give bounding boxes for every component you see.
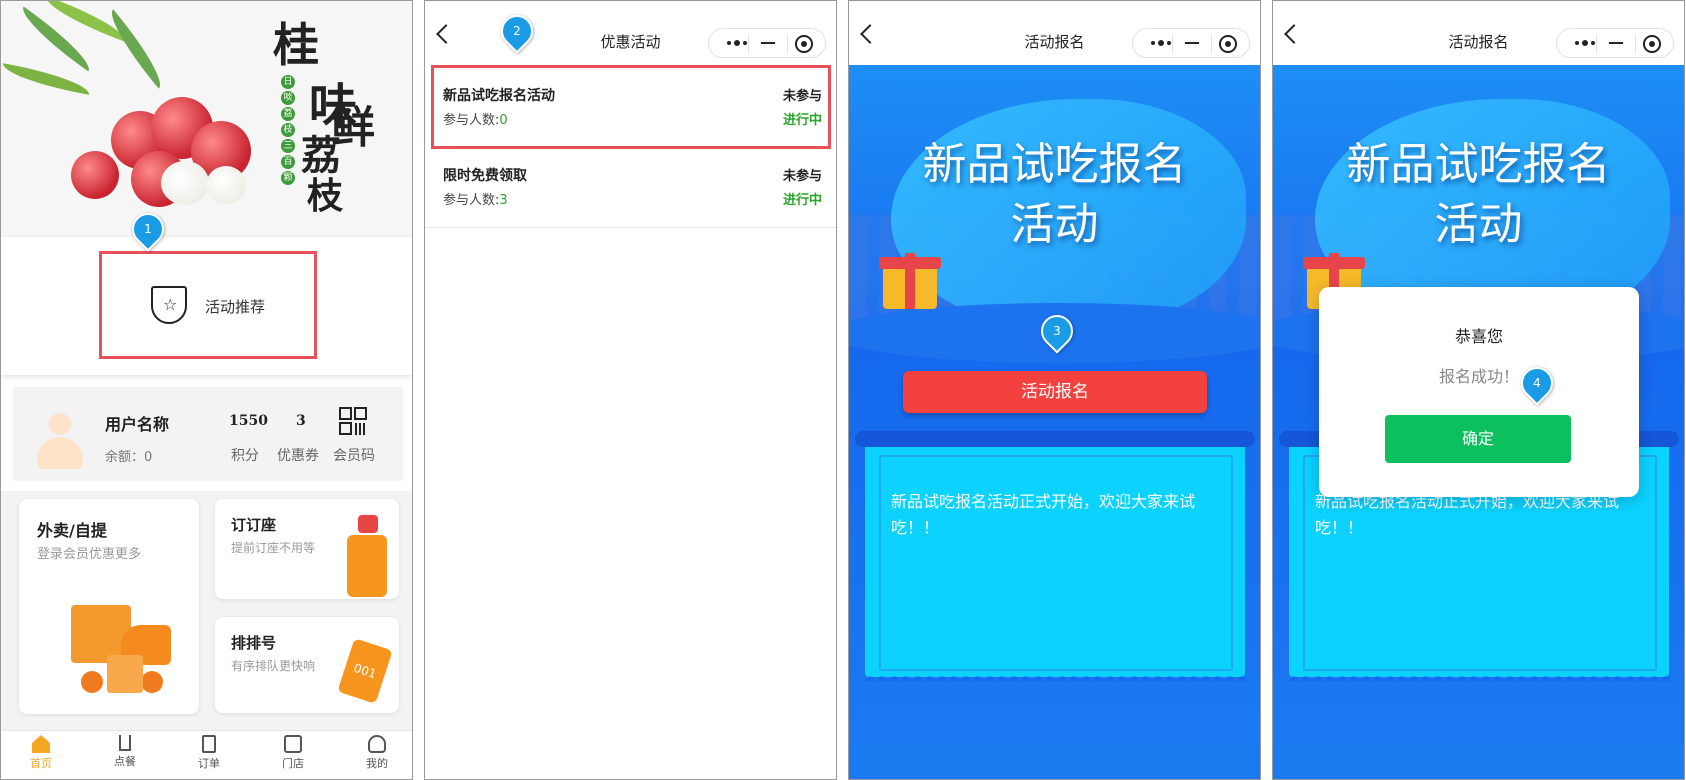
nav-bar: 活动报名 — [1273, 1, 1684, 65]
lychee-flesh-image — [161, 161, 209, 205]
shopping-bag-icon — [107, 655, 143, 693]
gift-box-icon — [879, 253, 941, 309]
tab-orders[interactable]: 订单 — [179, 735, 239, 771]
list-item[interactable]: 限时免费领取 参与人数:3 未参与 进行中 — [425, 147, 836, 228]
brand-tag: 日 — [281, 75, 295, 89]
event-poster: 新品试吃报名 活动 新品试吃报名活动正式开始，欢迎大家来试吃！！ 恭喜您 报名成功… — [1273, 65, 1684, 779]
minimize-icon[interactable] — [1609, 42, 1623, 44]
tab-label: 我的 — [366, 757, 388, 770]
lychee-flesh-image — [206, 166, 246, 204]
scroll-roller — [855, 431, 1255, 447]
event-signup-screen: 活动报名 新品试吃报名 活动 活动报名 新品试吃报名活动正式开始，欢迎大家来试吃！… — [848, 0, 1261, 780]
lychee-image — [71, 151, 119, 199]
brand-tag: 枝 — [281, 123, 295, 137]
close-target-icon[interactable] — [1219, 35, 1237, 53]
tab-label: 点餐 — [114, 755, 136, 768]
scroll-edge-decoration — [865, 671, 1245, 681]
event-poster: 新品试吃报名 活动 活动报名 新品试吃报名活动正式开始，欢迎大家来试吃！！ — [849, 65, 1260, 779]
takeout-title: 外卖/自提 — [37, 521, 107, 540]
brand-tag: 啖 — [281, 91, 295, 105]
brand-tag: 百 — [281, 155, 295, 169]
participant-count: 参与人数:3 — [443, 193, 508, 208]
mini-program-capsule — [1132, 28, 1250, 58]
home-screen: 桂 味 鲜 荔 枝 日 啖 荔 枝 三 百 颗 ☆ 活动推荐 1 用户名称 余额… — [0, 0, 413, 780]
event-title: 新品试吃报名 活动 — [922, 139, 1187, 250]
tab-stores[interactable]: 门店 — [263, 735, 323, 771]
heart-icon — [358, 515, 378, 533]
brand-tag: 荔 — [281, 107, 295, 121]
mini-program-capsule — [1556, 28, 1674, 58]
more-icon[interactable] — [727, 40, 750, 46]
phone-icon — [347, 535, 387, 597]
brand-char: 枝 — [307, 175, 344, 217]
bamboo-leaf-icon — [100, 9, 172, 89]
wheel-icon — [141, 671, 163, 693]
event-description: 新品试吃报名活动正式开始，欢迎大家来试吃！！ — [891, 492, 1196, 537]
more-icon[interactable] — [1575, 40, 1598, 46]
tab-label: 门店 — [282, 757, 304, 770]
tab-me[interactable]: 我的 — [347, 735, 407, 771]
points-value[interactable]: 1550 — [229, 413, 268, 429]
reserve-title: 订订座 — [231, 516, 277, 534]
mini-program-capsule — [708, 28, 826, 58]
fork-knife-icon — [119, 735, 131, 751]
marker-number: 1 — [144, 222, 152, 236]
tab-label: 首页 — [30, 757, 52, 770]
close-target-icon[interactable] — [1643, 35, 1661, 53]
user-balance: 余额：0 — [105, 450, 153, 465]
status-badge: 进行中 — [782, 193, 822, 208]
signup-success-screen: 活动报名 新品试吃报名 活动 新品试吃报名活动正式开始，欢迎大家来试吃！！ 恭喜您… — [1272, 0, 1685, 780]
reserve-subtitle: 提前订座不用等 — [231, 541, 316, 555]
event-title: 新品试吃报名 活动 — [1346, 139, 1611, 250]
signup-button[interactable]: 活动报名 — [903, 371, 1207, 413]
tab-bar: 首页 点餐 订单 门店 我的 — [1, 730, 412, 779]
brand-tag: 颗 — [281, 171, 295, 185]
minimize-icon[interactable] — [1185, 42, 1199, 44]
queue-title: 排排号 — [231, 634, 277, 652]
user-icon — [368, 735, 386, 753]
highlight-box-activity — [431, 65, 831, 149]
document-icon — [202, 735, 216, 753]
marker-number: 4 — [1533, 376, 1541, 390]
lychee-banner[interactable]: 桂 味 鲜 荔 枝 日 啖 荔 枝 三 百 颗 — [1, 1, 412, 237]
close-target-icon[interactable] — [795, 35, 813, 53]
coupons-label: 优惠券 — [277, 448, 319, 464]
home-icon — [32, 735, 50, 753]
highlight-box-promo — [99, 251, 317, 359]
wheel-icon — [81, 671, 103, 693]
tab-order-food[interactable]: 点餐 — [95, 735, 155, 769]
scroll-frame — [879, 455, 1233, 671]
dialog-message: 报名成功！ — [1438, 367, 1519, 386]
coupons-value[interactable]: 3 — [296, 413, 306, 429]
marker-number: 2 — [513, 24, 521, 38]
nav-bar: 活动报名 — [849, 1, 1260, 65]
queue-subtitle: 有序排队更快响 — [231, 659, 316, 673]
success-dialog: 恭喜您 报名成功！ 确定 — [1319, 287, 1639, 497]
member-code-label: 会员码 — [333, 448, 375, 464]
avatar[interactable] — [37, 413, 83, 469]
confirm-button[interactable]: 确定 — [1385, 415, 1571, 463]
activity-title: 限时免费领取 — [443, 168, 527, 184]
more-icon[interactable] — [1151, 40, 1174, 46]
brand-char: 桂 — [273, 18, 319, 72]
promotions-screen: 优惠活动 新品试吃报名活动 参与人数:0 未参与 进行中 限时免费领取 参与人数… — [424, 0, 837, 780]
marker-number: 3 — [1053, 324, 1061, 338]
bamboo-leaf-icon — [1, 63, 92, 95]
minimize-icon[interactable] — [761, 42, 775, 44]
tab-home[interactable]: 首页 — [11, 735, 71, 771]
user-name: 用户名称 — [105, 415, 170, 434]
store-icon — [284, 735, 302, 753]
dialog-title: 恭喜您 — [1454, 327, 1503, 346]
scroll-edge-decoration — [1289, 671, 1669, 681]
join-state: 未参与 — [782, 169, 822, 184]
qr-code-icon[interactable] — [339, 407, 367, 435]
nav-bar: 优惠活动 — [425, 1, 836, 65]
takeout-subtitle: 登录会员优惠更多 — [37, 547, 142, 562]
tab-label: 订单 — [198, 757, 220, 770]
points-label: 积分 — [231, 448, 259, 464]
brand-tag: 三 — [281, 139, 295, 153]
